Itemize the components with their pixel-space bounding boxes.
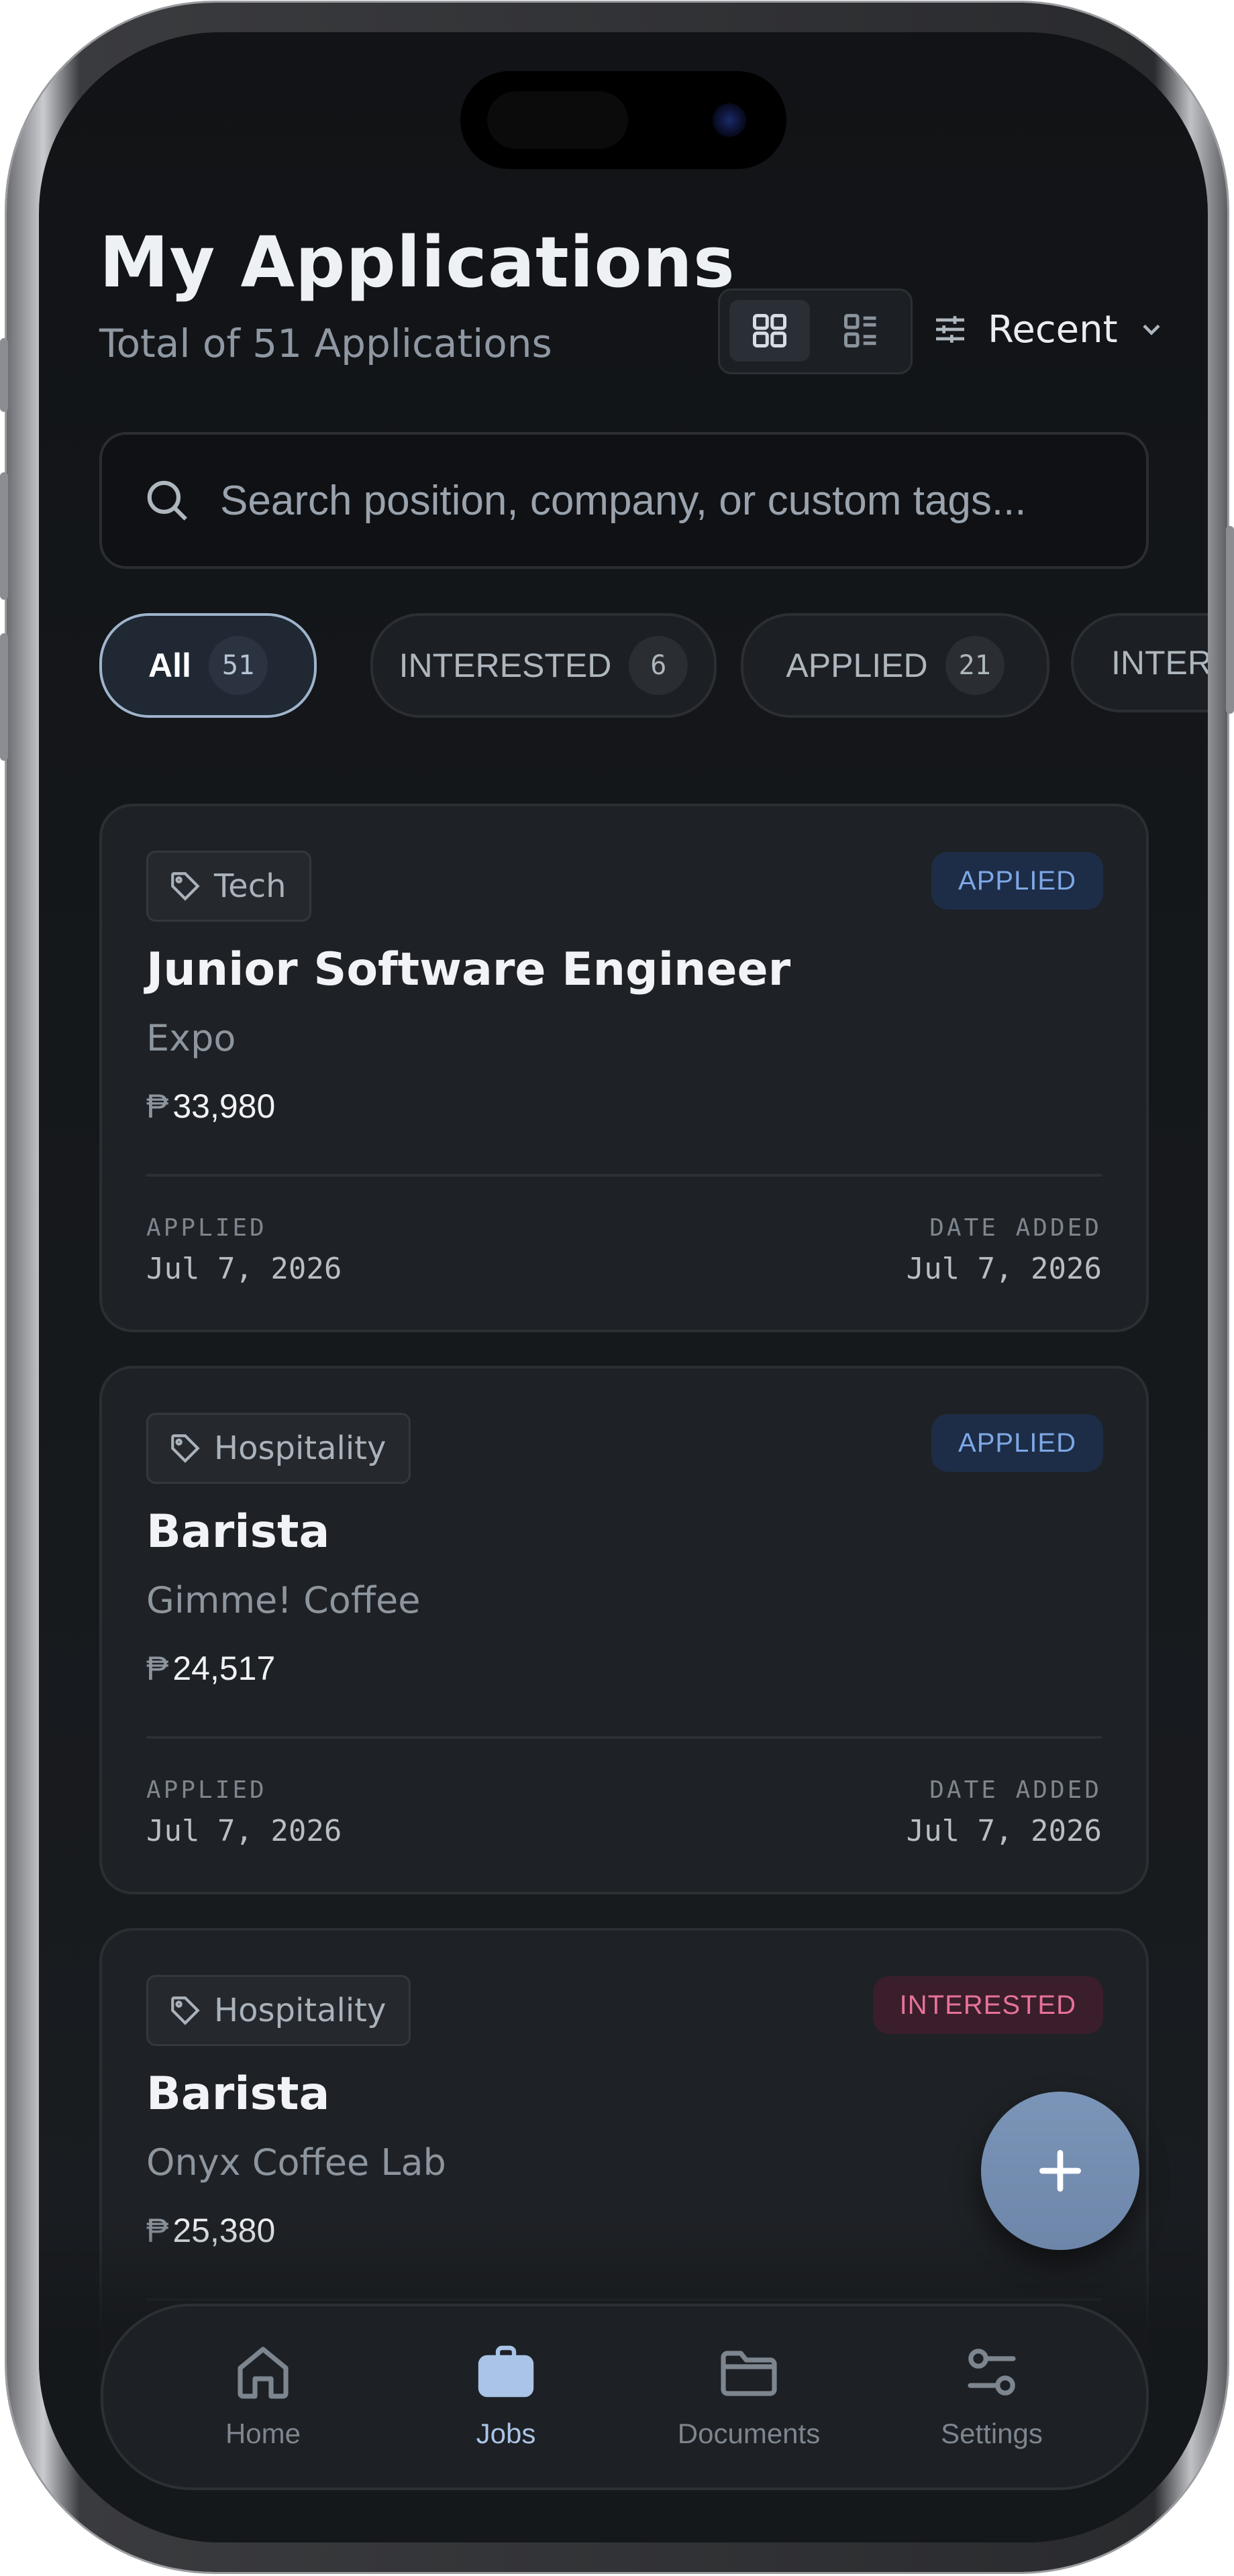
nav-label: Documents xyxy=(677,2418,821,2449)
nav-item-home[interactable]: Home xyxy=(162,2340,364,2461)
chip-count: 6 xyxy=(629,636,688,695)
job-title: Barista xyxy=(146,2068,330,2121)
tag-icon xyxy=(171,1996,200,2025)
power-button xyxy=(1226,526,1234,714)
salary: ₱ 33,980 xyxy=(146,1087,275,1126)
category-tag: Hospitality xyxy=(146,1413,411,1484)
tag-icon xyxy=(171,872,200,901)
date-added-label: DATE ADDED xyxy=(929,1214,1102,1242)
date-added-value: Jul 7, 2026 xyxy=(906,1252,1102,1286)
nav-label: Jobs xyxy=(476,2418,536,2449)
bottom-nav: Home Jobs Documents Settings xyxy=(101,2304,1149,2490)
grid-view-icon xyxy=(753,314,786,347)
search-input[interactable] xyxy=(219,476,1094,525)
status-badge: INTERESTED xyxy=(872,1976,1103,2034)
nav-label: Home xyxy=(225,2418,301,2449)
action-button xyxy=(0,338,8,412)
job-title: Junior Software Engineer xyxy=(146,943,791,996)
date-added-label: DATE ADDED xyxy=(929,1776,1102,1804)
grid-view-button[interactable] xyxy=(729,300,810,362)
filter-chip-interviewing[interactable]: INTERVI xyxy=(1071,613,1208,712)
chip-label: All xyxy=(148,647,191,684)
nav-item-settings[interactable]: Settings xyxy=(891,2340,1092,2461)
chip-count: 21 xyxy=(945,636,1005,695)
briefcase-icon xyxy=(478,2345,534,2398)
home-icon xyxy=(238,2347,289,2399)
page-title: My Applications xyxy=(99,221,735,303)
salary-value: 24,517 xyxy=(172,1650,276,1687)
application-card[interactable]: Tech APPLIED Junior Software Engineer Ex… xyxy=(99,804,1149,1332)
camera-lens-icon xyxy=(713,103,746,137)
tag-icon xyxy=(171,1434,200,1463)
company-name: Onyx Coffee Lab xyxy=(146,2141,446,2184)
filter-chips: All 51 INTERESTED 6 APPLIED 21 INTERVI xyxy=(99,613,1208,718)
nav-item-jobs[interactable]: Jobs xyxy=(405,2340,607,2461)
status-badge: APPLIED xyxy=(931,852,1103,910)
company-name: Expo xyxy=(146,1017,236,1059)
chip-label: INTERESTED xyxy=(399,647,612,684)
list-view-button[interactable] xyxy=(821,300,901,362)
nav-label: Settings xyxy=(941,2418,1043,2449)
salary: ₱ 24,517 xyxy=(146,1649,275,1688)
island-sensor xyxy=(487,91,628,149)
tag-label: Hospitality xyxy=(214,1430,387,1467)
filter-chip-applied[interactable]: APPLIED 21 xyxy=(741,613,1049,718)
date-added-value: Jul 7, 2026 xyxy=(906,1814,1102,1848)
sort-sliders-icon xyxy=(936,316,964,343)
currency-symbol: ₱ xyxy=(146,1650,169,1687)
company-name: Gimme! Coffee xyxy=(146,1579,421,1621)
divider xyxy=(146,1174,1102,1177)
search-icon xyxy=(147,480,187,521)
view-toggle xyxy=(718,288,913,374)
list-view-icon xyxy=(844,314,876,347)
phone-frame: My Applications Total of 51 Applications xyxy=(0,3,1234,2572)
applied-date: Jul 7, 2026 xyxy=(146,1814,342,1848)
sort-label: Recent xyxy=(988,307,1118,352)
filter-chip-interested[interactable]: INTERESTED 6 xyxy=(370,613,717,718)
currency-symbol: ₱ xyxy=(146,1087,169,1125)
applied-label: APPLIED xyxy=(146,1214,267,1242)
category-tag: Hospitality xyxy=(146,1975,411,2046)
tag-label: Hospitality xyxy=(214,1992,387,2029)
app-screen: My Applications Total of 51 Applications xyxy=(39,32,1208,2542)
applied-date: Jul 7, 2026 xyxy=(146,1252,342,1286)
volume-up-button xyxy=(0,472,8,600)
add-application-button[interactable] xyxy=(981,2092,1139,2250)
chip-label: APPLIED xyxy=(786,647,928,684)
chip-label: INTERVI xyxy=(1111,644,1208,682)
job-title: Barista xyxy=(146,1505,330,1558)
salary-value: 33,980 xyxy=(172,1087,276,1125)
status-badge: APPLIED xyxy=(931,1414,1103,1472)
volume-down-button xyxy=(0,633,8,761)
filter-chip-all[interactable]: All 51 xyxy=(99,613,317,718)
divider xyxy=(146,1736,1102,1739)
sliders-icon xyxy=(968,2349,1016,2396)
nav-item-documents[interactable]: Documents xyxy=(648,2340,850,2461)
dynamic-island xyxy=(460,71,786,169)
application-card[interactable]: Hospitality APPLIED Barista Gimme! Coffe… xyxy=(99,1366,1149,1894)
applications-total: Total of 51 Applications xyxy=(99,321,552,366)
sort-dropdown[interactable]: Recent xyxy=(931,299,1166,360)
chip-count: 51 xyxy=(208,636,268,695)
search-bar xyxy=(99,432,1149,569)
tag-label: Tech xyxy=(214,867,287,905)
category-tag: Tech xyxy=(146,851,311,922)
plus-icon xyxy=(1039,2150,1081,2192)
folder-icon xyxy=(721,2351,777,2396)
applied-label: APPLIED xyxy=(146,1776,267,1804)
chevron-down-icon xyxy=(1142,324,1160,335)
